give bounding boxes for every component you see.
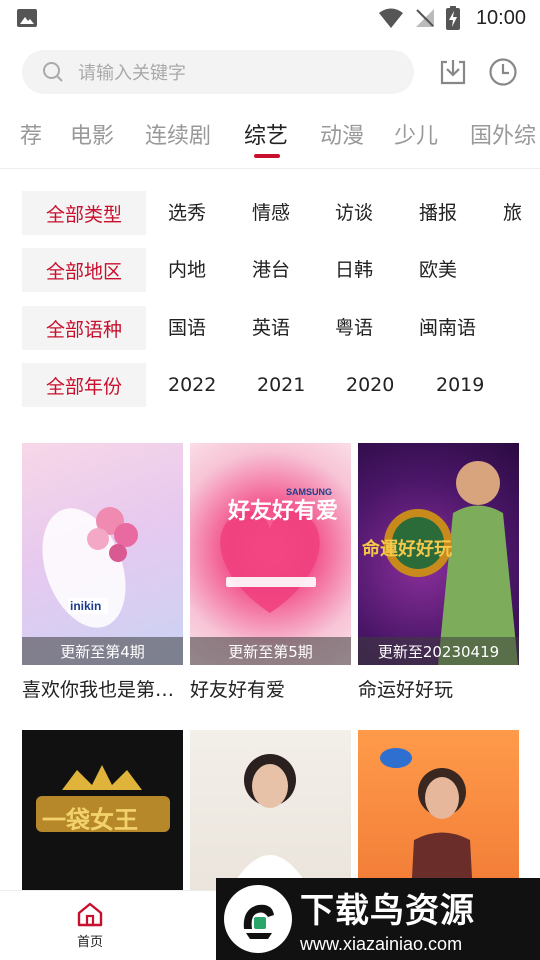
- battery-charging-icon: [445, 6, 460, 30]
- update-badge: 更新至第5期: [190, 637, 351, 665]
- tab-recommend[interactable]: 荐: [20, 118, 42, 150]
- search-input[interactable]: 请输入关键字: [22, 50, 414, 94]
- filter-option[interactable]: 2021: [257, 363, 305, 407]
- gallery-icon: [17, 9, 37, 27]
- watermark: 下载鸟资源 www.xiazainiao.com: [216, 878, 540, 960]
- filter-option[interactable]: 港台: [252, 248, 290, 292]
- show-poster[interactable]: 好友好有爱 SAMSUNG 更新至第5期: [190, 443, 351, 665]
- update-badge: 更新至第4期: [22, 637, 183, 665]
- filter-option[interactable]: 国语: [168, 306, 206, 350]
- tab-variety[interactable]: 综艺: [244, 118, 288, 150]
- search-icon: [43, 62, 63, 82]
- poster-brand: inikin: [70, 599, 102, 613]
- filter-selected[interactable]: 全部类型: [22, 191, 146, 235]
- filter-selected[interactable]: 全部年份: [22, 363, 146, 407]
- bird-logo-icon: [224, 885, 292, 953]
- download-button[interactable]: [436, 55, 470, 89]
- tab-series[interactable]: 连续剧: [145, 118, 211, 150]
- filter-row-language: 全部语种 国语 英语 粤语 闽南语: [22, 306, 540, 350]
- update-badge: 更新至20230419: [358, 637, 519, 665]
- active-tab-indicator: [254, 154, 280, 158]
- filter-row-type: 全部类型 选秀 情感 访谈 播报 旅: [22, 191, 540, 235]
- filter-option[interactable]: 英语: [252, 306, 290, 350]
- home-icon: [77, 902, 103, 927]
- filter-option[interactable]: 旅: [503, 191, 522, 235]
- show-card[interactable]: 好友好有爱 SAMSUNG 更新至第5期 好友好有爱: [190, 443, 351, 702]
- history-button[interactable]: [486, 55, 520, 89]
- filter-selected[interactable]: 全部语种: [22, 306, 146, 350]
- filter-option[interactable]: 播报: [419, 191, 457, 235]
- watermark-url: www.xiazainiao.com: [300, 934, 463, 954]
- search-placeholder: 请输入关键字: [78, 63, 186, 84]
- show-card[interactable]: 命運好好玩 更新至20230419 命运好好玩: [358, 443, 519, 702]
- filter-option[interactable]: 粤语: [335, 306, 373, 350]
- poster-brand: SAMSUNG: [286, 487, 333, 497]
- divider: [0, 168, 540, 169]
- poster-art: [42, 507, 138, 628]
- filter-row-region: 全部地区 内地 港台 日韩 欧美: [22, 248, 540, 292]
- filter-option[interactable]: 2020: [346, 363, 394, 407]
- filter-option[interactable]: 情感: [252, 191, 290, 235]
- tab-anime[interactable]: 动漫: [320, 118, 364, 150]
- show-title: 喜欢你我也是第…: [22, 679, 175, 701]
- history-clock-icon: [489, 58, 517, 86]
- poster-title: 一袋女王: [42, 806, 138, 834]
- show-title: 好友好有爱: [190, 679, 286, 701]
- tab-movie[interactable]: 电影: [70, 118, 114, 150]
- show-title: 命运好好玩: [358, 679, 454, 701]
- wifi-icon: [378, 8, 403, 28]
- filter-option[interactable]: 访谈: [335, 191, 373, 235]
- tab-kids[interactable]: 少儿: [394, 118, 438, 150]
- category-tabs: 荐 电影 连续剧 综艺 动漫 少儿 国外综: [0, 112, 540, 160]
- watermark-name: 下载鸟资源: [300, 891, 475, 931]
- poster-title: 命運好好玩: [362, 539, 452, 560]
- filter-option[interactable]: 欧美: [419, 248, 457, 292]
- filter-option[interactable]: 2019: [436, 363, 484, 407]
- filter-option[interactable]: 日韩: [335, 248, 373, 292]
- filter-option[interactable]: 选秀: [168, 191, 206, 235]
- status-time: 10:00: [475, 6, 526, 29]
- filter-row-year: 全部年份 2022 2021 2020 2019: [22, 363, 540, 407]
- status-bar: 10:00: [0, 0, 540, 36]
- filter-option[interactable]: 闽南语: [419, 306, 476, 350]
- poster-title: 好友好有爱: [228, 499, 339, 524]
- tab-foreign-variety[interactable]: 国外综: [470, 118, 536, 150]
- show-poster[interactable]: inikin 更新至第4期: [22, 443, 183, 665]
- search-row: 请输入关键字: [22, 50, 528, 94]
- show-poster[interactable]: 命運好好玩 更新至20230419: [358, 443, 519, 665]
- nav-home-label: 首页: [76, 935, 103, 950]
- download-icon: [440, 60, 466, 85]
- filter-selected[interactable]: 全部地区: [22, 248, 146, 292]
- no-signal-icon: [415, 9, 434, 27]
- show-card[interactable]: inikin 更新至第4期 喜欢你我也是第…: [22, 443, 183, 702]
- filter-option[interactable]: 2022: [168, 363, 216, 407]
- nav-home[interactable]: 首页: [62, 901, 118, 950]
- filter-option[interactable]: 内地: [168, 248, 206, 292]
- heart-icon: [220, 511, 320, 613]
